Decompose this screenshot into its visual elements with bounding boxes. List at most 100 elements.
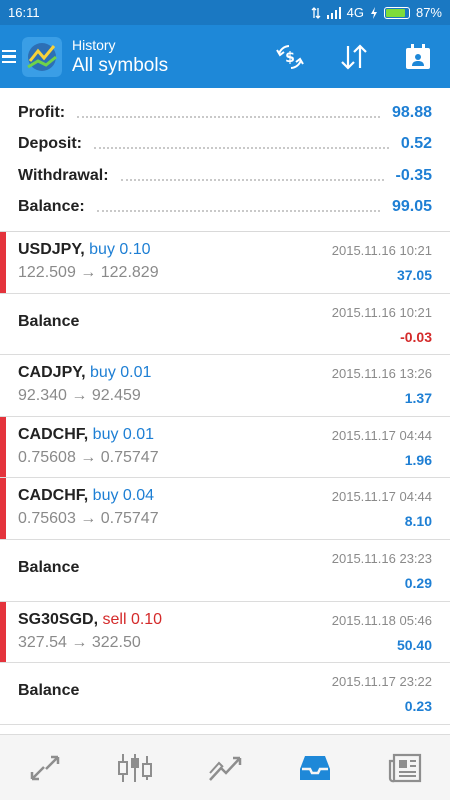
currency-exchange-icon: $	[276, 44, 304, 69]
currency-exchange-button[interactable]: $	[258, 37, 322, 77]
deal-profit: 1.37	[404, 390, 432, 407]
page-title[interactable]: All symbols	[72, 55, 258, 77]
deal-side: buy 0.04	[92, 487, 155, 505]
summary-label: Withdrawal:	[18, 166, 109, 184]
charging-icon	[370, 6, 377, 19]
summary-row-balance: Balance: 99.05	[18, 192, 432, 224]
deal-time: 2015.11.16 23:23	[331, 550, 432, 566]
deal-profit: 37.05	[396, 267, 432, 283]
deal-open-price: 0.75603	[18, 510, 76, 528]
battery-percent: 87%	[415, 5, 442, 20]
status-icons: 4G 87%	[311, 5, 442, 20]
deal-time: 2015.11.16 10:21	[331, 243, 432, 258]
summary-row-profit: Profit: 98.88	[18, 97, 432, 129]
deal-symbol: CADCHF,	[18, 487, 89, 505]
status-bar: 16:11 4G 87%	[0, 0, 450, 25]
tab-chart[interactable]	[90, 735, 180, 800]
bottom-navigation	[0, 734, 450, 800]
summary-value: 0.52	[400, 135, 432, 153]
app-bar: History All symbols $	[0, 25, 450, 88]
deal-profit: 50.40	[396, 636, 432, 653]
tab-history[interactable]	[270, 735, 360, 800]
deal-close-price: 92.459	[91, 387, 141, 405]
deal-symbol: Balance	[18, 682, 80, 700]
quotes-icon	[30, 755, 60, 780]
deal-side: buy 0.01	[92, 425, 155, 443]
price-arrow: →	[80, 448, 97, 466]
deal-symbol: SG30SGD,	[18, 610, 99, 628]
deals-list: USDJPY, buy 0.10 122.509 → 122.829 2015.…	[0, 232, 450, 725]
battery-icon	[383, 6, 410, 19]
deal-time: 2015.11.16 10:21	[331, 304, 432, 320]
summary-row-withdrawal: Withdrawal: -0.35	[18, 160, 432, 192]
deal-marker	[0, 232, 6, 293]
deal-row[interactable]: Balance 2015.11.16 10:21 -0.03	[0, 294, 450, 356]
deal-profit: 1.96	[404, 451, 432, 468]
calendar-icon	[406, 43, 430, 69]
deal-symbol: CADJPY,	[18, 364, 86, 382]
deal-row[interactable]: Balance 2015.11.17 23:22 0.23	[0, 663, 450, 725]
deal-profit: 8.10	[404, 513, 432, 530]
deal-profit: 0.29	[404, 574, 432, 591]
sort-icon	[341, 43, 367, 70]
status-time: 16:11	[8, 5, 40, 20]
price-arrow: →	[71, 633, 88, 651]
app-logo-icon[interactable]	[22, 36, 62, 77]
deal-row[interactable]: CADCHF, buy 0.01 0.75608 → 0.75747 2015.…	[0, 416, 450, 479]
deal-symbol: Balance	[18, 312, 80, 330]
deal-marker	[0, 478, 6, 539]
news-icon	[388, 753, 422, 782]
tab-quotes[interactable]	[0, 735, 90, 800]
deal-close-price: 322.50	[91, 633, 141, 651]
price-arrow: →	[80, 264, 97, 281]
deal-open-price: 327.54	[18, 633, 67, 651]
deal-close-price: 0.75747	[100, 510, 159, 528]
battery-level	[385, 8, 405, 17]
deal-row[interactable]: CADCHF, buy 0.04 0.75603 → 0.75747 2015.…	[0, 478, 450, 540]
deal-row[interactable]: CADJPY, buy 0.01 92.340 → 92.459 2015.11…	[0, 355, 450, 417]
summary-label: Profit:	[18, 103, 66, 121]
deal-row[interactable]: USDJPY, buy 0.10 122.509 → 122.829 2015.…	[0, 232, 450, 294]
history-summary: Profit: 98.88 Deposit: 0.52 Withdrawal: …	[0, 88, 450, 232]
deal-time: 2015.11.18 05:46	[331, 612, 432, 628]
deal-profit: -0.03	[400, 328, 432, 345]
deal-close-price: 0.75747	[100, 448, 159, 466]
deal-symbol: USDJPY,	[18, 241, 85, 258]
deal-marker	[0, 416, 6, 478]
tab-trade[interactable]	[180, 735, 270, 800]
sort-button[interactable]	[322, 37, 386, 77]
history-icon	[300, 755, 330, 780]
deal-time: 2015.11.17 04:44	[331, 489, 432, 505]
app-bar-actions: $	[258, 37, 450, 77]
deal-row[interactable]: SG30SGD, sell 0.10 327.54 → 322.50 2015.…	[0, 601, 450, 664]
deal-time: 2015.11.17 23:22	[331, 674, 432, 690]
signal-icon	[326, 6, 341, 19]
deal-marker	[0, 601, 6, 663]
tab-news[interactable]	[360, 735, 450, 800]
deal-side: buy 0.01	[90, 364, 152, 382]
deal-open-price: 0.75608	[18, 448, 76, 466]
deal-time: 2015.11.16 13:26	[331, 366, 432, 382]
period-button[interactable]	[386, 37, 450, 77]
trade-icon	[209, 756, 242, 781]
summary-row-deposit: Deposit: 0.52	[18, 129, 432, 161]
deal-symbol: Balance	[18, 558, 80, 576]
deal-open-price: 122.509	[18, 264, 76, 281]
deal-time: 2015.11.17 04:44	[331, 427, 432, 443]
menu-icon[interactable]	[2, 49, 16, 64]
deal-symbol: CADCHF,	[18, 425, 89, 443]
deal-side: sell 0.10	[102, 610, 163, 628]
summary-label: Deposit:	[18, 135, 82, 153]
price-arrow: →	[71, 387, 88, 405]
deal-side: buy 0.10	[89, 241, 151, 258]
app-bar-titles: History All symbols	[72, 37, 258, 77]
summary-value: 99.05	[391, 198, 432, 216]
deal-row[interactable]: Balance 2015.11.16 23:23 0.29	[0, 540, 450, 602]
deal-open-price: 92.340	[18, 387, 67, 405]
price-arrow: →	[80, 510, 97, 528]
svg-text:$: $	[285, 50, 295, 66]
data-transfer-icon	[311, 6, 321, 19]
deal-close-price: 122.829	[100, 264, 159, 281]
network-type: 4G	[346, 5, 364, 20]
chart-icon	[118, 753, 152, 782]
